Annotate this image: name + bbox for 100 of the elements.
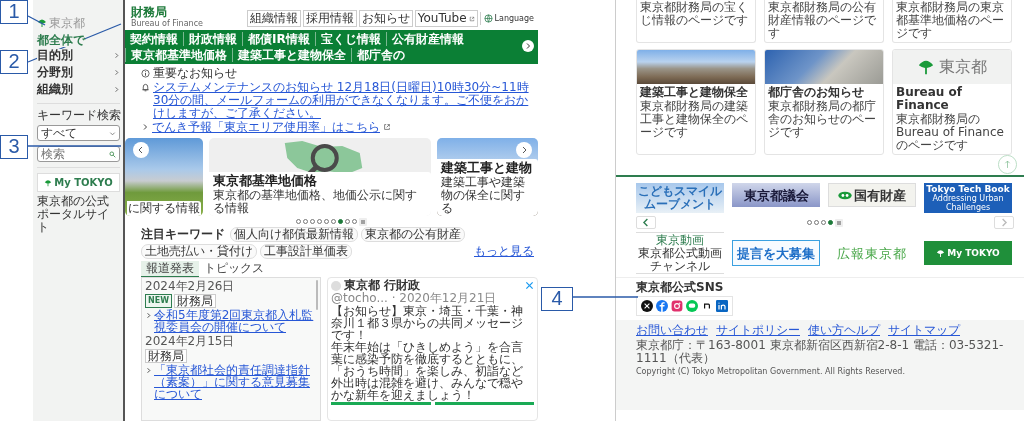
globe-icon [483, 14, 493, 23]
news-link[interactable]: 「東京都社会的責任調達指針（素案）」に関する意見募集について [154, 364, 314, 400]
news-link[interactable]: 令和5年度第2回東京都入札監視委員会の開催について [154, 309, 314, 333]
carousel-dot[interactable] [324, 219, 329, 224]
footer-link[interactable]: 使い方ヘルプ [808, 324, 880, 337]
linkedin-logo-icon[interactable] [716, 300, 728, 312]
notice-link[interactable]: でんき予報「東京エリア使用率」はこちら [152, 121, 380, 134]
sns-heading: 東京都公式SNS [636, 281, 725, 294]
nav-item[interactable]: 建築工事と建物保全 [232, 48, 351, 62]
leader-line [572, 296, 639, 298]
nav-item[interactable]: 都庁舎の [351, 48, 410, 62]
carousel-slide[interactable]: に関する情報 [125, 138, 203, 216]
carousel-dot[interactable] [814, 220, 819, 225]
chevron-icon [145, 367, 152, 374]
x-logo-icon[interactable] [641, 300, 653, 312]
carousel-slide[interactable]: 建築工事と建物 建築工事や建築物の保全に関する [437, 138, 538, 216]
carousel-dot[interactable] [331, 219, 336, 224]
tweet-text: 【お知らせ】東京・埼玉・千葉・神奈川１都３県からの共同メッセージです！ [331, 305, 524, 341]
carousel-dot[interactable] [296, 219, 301, 224]
header-link-button[interactable]: 組織情報 [246, 10, 301, 27]
keyword-chip[interactable]: 個人向け都債最新情報 [230, 227, 358, 242]
camera-logo-icon[interactable] [671, 300, 683, 312]
link-card[interactable]: 東京都財務局の宝くじ情報のページです [636, 0, 756, 43]
card-description: 東京都財務局の建築工事と建物保全のページです [639, 100, 749, 141]
link-card[interactable]: 東京都 Bureau of Finance 東京都財務局のBureau of Financeのページです [892, 49, 1012, 155]
carousel-dot[interactable] [303, 219, 308, 224]
more-link[interactable]: もっと見る [474, 245, 534, 258]
sidebar-menu-item[interactable]: 目的別 [37, 47, 120, 64]
back-to-top-button[interactable] [998, 155, 1017, 174]
link-card[interactable]: 東京都財務局の東京都基準地価格のページです [892, 0, 1012, 43]
next-slide-button[interactable] [516, 142, 532, 158]
callout-number: 1 [0, 0, 28, 24]
previous-button[interactable] [636, 216, 656, 229]
card-title: 建築工事と建物保全 [638, 84, 749, 100]
notice-link[interactable]: システムメンテナンスのお知らせ 12月18日(日曜日)10時30分~11時30分の間、メールフォームの利用ができなくなります。ご不便をおかけしますが、ご了承ください。 [153, 81, 535, 120]
nav-item[interactable]: 契約情報 [125, 32, 183, 46]
keyword-chip[interactable]: 工事設計単価表 [260, 244, 352, 259]
tree-logo-icon [37, 18, 47, 28]
banner-link[interactable]: Tokyo Tech Book Addressing Urban Challenges [924, 183, 1012, 213]
news-tab[interactable]: トピックス [199, 261, 269, 277]
banner-link[interactable]: 東京都議会 [732, 183, 820, 207]
carousel-dot[interactable] [338, 219, 343, 224]
card-description: 東京都財務局の宝くじ情報のページです [640, 1, 749, 27]
scope-dropdown[interactable]: すべて [37, 125, 120, 141]
news-date: 2024年2月15日 [145, 335, 236, 348]
card-description: 東京都財務局の公有財産情報のページです [768, 1, 877, 40]
banner-link[interactable]: My TOKYO [924, 241, 1012, 265]
callout-number: 2 [0, 50, 28, 74]
card-title: 都庁舎のお知らせ [767, 84, 865, 100]
department-tag: 財務局 [145, 349, 187, 363]
banner-link[interactable]: 東京動画 東京都公式動画チャンネル [636, 232, 724, 274]
nav-item[interactable]: 財政情報 [183, 32, 242, 46]
link-card[interactable]: 東京都財務局の公有財産情報のページです [764, 0, 884, 43]
footer-link[interactable]: お問い合わせ [636, 324, 708, 337]
next-arrow-button[interactable] [522, 40, 534, 52]
banner-link[interactable]: 提言を大募集 [732, 240, 820, 266]
scrollbar-thumb[interactable] [316, 280, 318, 310]
caret-icon [109, 129, 116, 137]
carousel-dot[interactable] [807, 220, 812, 225]
card-title: Bureau of Finance [895, 84, 964, 113]
pause-button[interactable] [835, 218, 843, 227]
carousel-slide[interactable]: 東京都基準地価格 東京都の基準地価格、地価公示に関する情報 [209, 138, 431, 216]
carousel-dot[interactable] [821, 220, 826, 225]
site-title[interactable]: 財務局 [131, 6, 203, 19]
facebook-logo-icon[interactable] [656, 300, 668, 312]
people-logo-icon [838, 190, 852, 200]
pause-button[interactable] [359, 217, 367, 226]
carousel-dot[interactable] [317, 219, 322, 224]
carousel-dot[interactable] [345, 219, 350, 224]
link-card[interactable]: 建築工事と建物保全 東京都財務局の建築工事と建物保全のページです [636, 49, 756, 155]
nav-item[interactable]: 都債IR情報 [242, 32, 315, 46]
header-link-button[interactable]: YouTube [414, 10, 478, 27]
carousel-dot[interactable] [310, 219, 315, 224]
news-date: 2024年2月26日 [145, 280, 236, 293]
previous-slide-button[interactable] [133, 142, 149, 158]
chevron-icon [145, 312, 152, 319]
notice-heading: 重要なお知らせ [153, 67, 237, 80]
link-card[interactable]: 都庁舎のお知らせ 東京都財務局の都庁舎のお知らせのページです [764, 49, 884, 155]
sidebar-menu-item[interactable]: 分野別 [37, 64, 120, 81]
banner-link[interactable]: こどもスマイルムーブメント [636, 183, 724, 213]
footer-link[interactable]: サイトポリシー [716, 324, 800, 337]
language-button[interactable]: Language [479, 12, 534, 25]
department-tag: 財務局 [174, 294, 216, 308]
banner-link[interactable]: 国有財産 [828, 183, 916, 207]
carousel-dot[interactable] [352, 219, 357, 224]
tweet-text: 年末年始は「ひきしめよう」を合言葉に感染予防を徹底するとともに、「おうち時間」を楽しみ、初詣など外出時は混雑を避け、みんなで穏やかな新年を迎えましょう！ [331, 341, 524, 401]
nav-item[interactable]: 公有財産情報 [385, 32, 469, 46]
header-link-button[interactable]: お知らせ [358, 10, 413, 27]
news-tab[interactable]: 報道発表 [141, 261, 199, 277]
keyword-chip[interactable]: 東京都の公有財産 [361, 227, 465, 242]
header-link-button[interactable]: 採用情報 [302, 10, 357, 27]
mytokyo-banner[interactable]: My TOKYO [37, 173, 120, 192]
sidebar-menu-item[interactable]: 組織別 [37, 81, 120, 98]
portal-link[interactable]: 都全体で [37, 34, 85, 47]
nav-item[interactable]: 宝くじ情報 [314, 32, 386, 46]
nav-item[interactable]: 東京都基準地価格 [125, 48, 232, 62]
keyword-chip[interactable]: 土地売払い・貸付け [141, 244, 257, 259]
carousel-dot[interactable] [828, 220, 833, 225]
footer-link[interactable]: サイトマップ [888, 324, 960, 337]
next-button[interactable] [994, 216, 1014, 229]
